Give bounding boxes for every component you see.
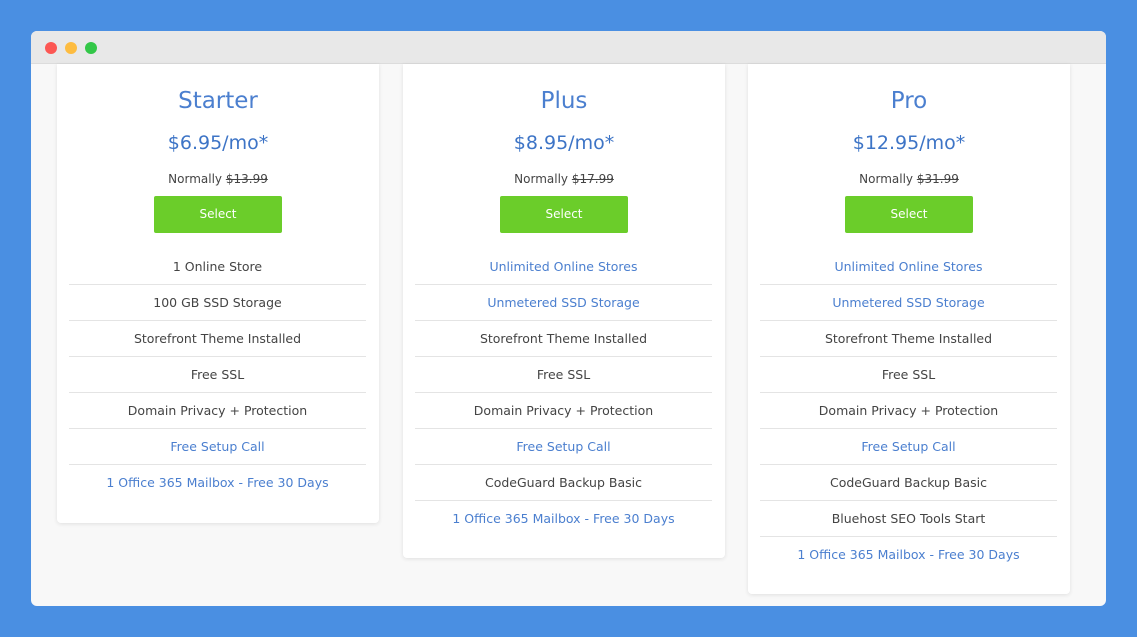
feature-list: 1 Online Store 100 GB SSD Storage Storefro… (69, 249, 366, 500)
feature-item: Bluehost SEO Tools Start (760, 501, 1057, 537)
close-window-button[interactable] (45, 42, 57, 54)
feature-item[interactable]: Free Setup Call (760, 429, 1057, 465)
feature-item: 1 Online Store (69, 249, 366, 285)
feature-item: Storefront Theme Installed (760, 321, 1057, 357)
regular-price: Normally $17.99 (403, 171, 725, 187)
feature-list: Unlimited Online Stores Unmetered SSD Sto… (760, 249, 1057, 572)
feature-item: Free SSL (415, 357, 712, 393)
feature-item: CodeGuard Backup Basic (760, 465, 1057, 501)
feature-item[interactable]: 1 Office 365 Mailbox - Free 30 Days (760, 537, 1057, 572)
regular-price: Normally $31.99 (748, 171, 1070, 187)
regular-price-value: $13.99 (225, 172, 268, 186)
feature-item: Domain Privacy + Protection (415, 393, 712, 429)
regular-price-value: $31.99 (916, 172, 959, 186)
feature-item: Storefront Theme Installed (69, 321, 366, 357)
feature-item: Domain Privacy + Protection (760, 393, 1057, 429)
maximize-window-button[interactable] (85, 42, 97, 54)
feature-item[interactable]: 1 Office 365 Mailbox - Free 30 Days (415, 501, 712, 536)
browser-window: Starter $6.95/mo* Normally $13.99 Select… (31, 31, 1106, 606)
feature-item: CodeGuard Backup Basic (415, 465, 712, 501)
feature-item: Free SSL (69, 357, 366, 393)
feature-item[interactable]: Unlimited Online Stores (760, 249, 1057, 285)
feature-item: Free SSL (760, 357, 1057, 393)
select-pro-button[interactable]: Select (845, 196, 973, 233)
plan-price: $12.95/mo* (852, 132, 966, 154)
feature-item[interactable]: Unmetered SSD Storage (415, 285, 712, 321)
feature-item[interactable]: Free Setup Call (69, 429, 366, 465)
plan-name: Plus (540, 88, 588, 114)
regular-price-label: Normally (514, 172, 569, 186)
plan-card-starter: Starter $6.95/mo* Normally $13.99 Select… (57, 64, 379, 523)
regular-price-label: Normally (168, 172, 223, 186)
select-plus-button[interactable]: Select (500, 196, 628, 233)
feature-item[interactable]: Unlimited Online Stores (415, 249, 712, 285)
plan-card-plus: Plus $8.95/mo* Normally $17.99 Select Un… (403, 64, 725, 558)
regular-price-label: Normally (859, 172, 914, 186)
feature-item[interactable]: Unmetered SSD Storage (760, 285, 1057, 321)
feature-item[interactable]: 1 Office 365 Mailbox - Free 30 Days (69, 465, 366, 500)
plan-name: Pro (890, 88, 928, 114)
plan-price: $6.95/mo* (167, 132, 269, 154)
window-titlebar (31, 31, 1106, 64)
feature-list: Unlimited Online Stores Unmetered SSD Sto… (415, 249, 712, 536)
plan-price: $8.95/mo* (513, 132, 615, 154)
plan-card-pro: Pro $12.95/mo* Normally $31.99 Select Un… (748, 64, 1070, 594)
plan-name: Starter (178, 88, 258, 114)
feature-item: 100 GB SSD Storage (69, 285, 366, 321)
feature-item: Domain Privacy + Protection (69, 393, 366, 429)
select-starter-button[interactable]: Select (154, 196, 282, 233)
feature-item[interactable]: Free Setup Call (415, 429, 712, 465)
regular-price: Normally $13.99 (57, 171, 379, 187)
regular-price-value: $17.99 (571, 172, 614, 186)
minimize-window-button[interactable] (65, 42, 77, 54)
feature-item: Storefront Theme Installed (415, 321, 712, 357)
